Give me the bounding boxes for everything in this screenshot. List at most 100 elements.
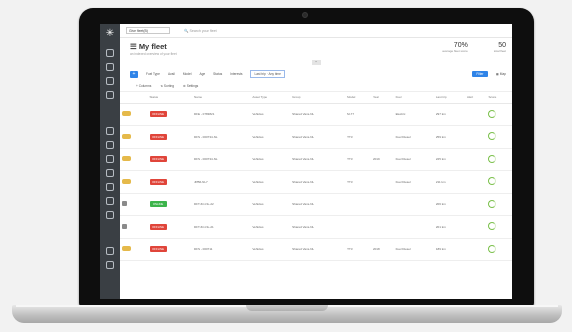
filter-chip[interactable]: Model <box>183 72 192 76</box>
status-badge: OFFLINE <box>149 246 167 253</box>
fleet-table: Status Name Asset Type Group Model Year Fuel La… <box>120 92 512 261</box>
filter-chip[interactable]: Interests <box>230 72 242 76</box>
people-icon[interactable] <box>106 141 114 149</box>
alert-cell <box>464 238 487 261</box>
brand-logo-icon: ✳ <box>105 28 115 39</box>
column-header[interactable] <box>120 92 148 104</box>
add-filter-button[interactable]: + <box>130 70 138 78</box>
alert-cell <box>464 215 487 239</box>
score-gauge-icon <box>488 222 497 231</box>
key-icon <box>120 215 148 239</box>
group-cell: Shared Vans-NL <box>290 103 346 126</box>
dashboard-icon[interactable] <box>106 49 114 57</box>
alert-cell <box>464 103 487 126</box>
type-cell: Vehicles <box>250 103 291 126</box>
last-trip-cell: 259 km <box>433 125 465 149</box>
column-header[interactable]: Asset Type <box>250 92 291 104</box>
column-header[interactable]: Last trip <box>433 92 465 104</box>
laptop-lid: ✳ Give fleet(B) 🔍 Search your fleet ☰ My… <box>79 8 534 307</box>
car-icon <box>120 125 148 149</box>
status-cell: OFFLINE <box>147 148 193 171</box>
year-cell <box>370 193 394 216</box>
filter-chip[interactable]: Status <box>213 72 222 76</box>
year-cell: 2019 <box>370 148 394 171</box>
sidebar: ✳ <box>100 24 120 299</box>
table-header-row: Status Name Asset Type Group Model Year Fuel La… <box>120 92 512 104</box>
table-row[interactable]: ONLINE DFT-6C-NL-22 Vehicles Shared Vans-NL… <box>120 193 512 216</box>
last-trip-cell: 211 km <box>433 170 465 194</box>
status-badge: OFFLINE <box>149 223 167 230</box>
table-row[interactable]: OFFLINE DFE - 0783821 Vehicles Shared Vans-… <box>120 103 512 126</box>
status-cell: OFFLINE <box>147 215 193 239</box>
column-header[interactable]: Score <box>486 92 512 104</box>
help-icon[interactable] <box>106 261 114 269</box>
download-icon[interactable] <box>106 211 114 219</box>
map-button[interactable]: ▦ Map <box>496 72 506 76</box>
fuel-cell <box>393 193 434 216</box>
model-cell: TT3 <box>345 125 371 149</box>
fuel-cell <box>393 215 434 239</box>
filter-button[interactable]: Filter <box>471 71 488 77</box>
report-icon[interactable] <box>106 91 114 99</box>
group-cell: Shared Vans-NL <box>290 170 346 194</box>
column-header[interactable]: Group <box>290 92 346 104</box>
column-header[interactable]: Model <box>345 92 371 104</box>
fleet-selector[interactable]: Give fleet(B) <box>126 27 170 34</box>
name-cell: DFS - 000734-NL <box>192 125 251 149</box>
fuel-cell: Electric <box>393 103 434 126</box>
year-cell <box>370 125 394 149</box>
gear-icon[interactable] <box>106 183 114 191</box>
type-cell: Vehicles <box>250 193 291 216</box>
search-input[interactable]: 🔍 Search your fleet <box>184 29 217 33</box>
settings-button[interactable]: ⚙ Settings <box>183 84 198 88</box>
car-icon <box>122 178 131 184</box>
user-icon[interactable] <box>106 77 114 85</box>
score-cell <box>486 170 512 194</box>
name-cell: DFT-6C-NL-21 <box>192 215 251 239</box>
active-filter-chip[interactable]: Last trip · Any time <box>250 70 285 78</box>
alert-cell <box>464 170 487 194</box>
table-row[interactable]: OFFLINE DFS - 000711 Vehicles Shared Vans-N… <box>120 238 512 261</box>
table-row[interactable]: OFFLINE DFS - 000734-NL Vehicles Shared Van… <box>120 148 512 171</box>
last-trip-cell: 297 km <box>433 103 465 126</box>
collapse-toggle[interactable]: ⌃ <box>120 60 512 67</box>
score-gauge-icon <box>488 109 497 118</box>
score-cell <box>486 148 512 171</box>
group-cell: Shared Vans-NL <box>290 125 346 149</box>
score-gauge-icon <box>488 244 497 253</box>
page-title: ☰ My fleet <box>130 42 167 51</box>
status-badge: OFFLINE <box>149 156 167 163</box>
model-cell: TT3 <box>345 170 371 194</box>
table-row[interactable]: OFFLINE JPB6-NL7 Vehicles Shared Vans-NL TT3… <box>120 170 512 194</box>
car-icon <box>122 111 131 117</box>
column-header[interactable]: Status <box>147 92 193 104</box>
column-header[interactable]: Alert <box>464 92 487 104</box>
table-row[interactable]: OFFLINE DFS - 000734-NL Vehicles Shared Van… <box>120 125 512 149</box>
alert-cell <box>464 193 487 216</box>
filter-chip[interactable]: Avail <box>168 72 175 76</box>
fuel-icon[interactable] <box>106 169 114 177</box>
route-icon[interactable] <box>106 155 114 163</box>
sorting-button[interactable]: ⇅ Sorting <box>160 84 174 88</box>
filter-chip[interactable]: Fuel Type <box>146 72 160 76</box>
score-cell <box>486 103 512 126</box>
fleet-icon[interactable] <box>106 63 114 71</box>
last-trip-cell: 201 km <box>433 215 465 239</box>
type-cell: Vehicles <box>250 238 291 261</box>
name-cell: DFS - 000711 <box>192 238 251 261</box>
column-header[interactable]: Year <box>370 92 394 104</box>
column-header[interactable]: Fuel <box>393 92 434 104</box>
card-icon[interactable] <box>106 127 114 135</box>
table-row[interactable]: OFFLINE DFT-6C-NL-21 Vehicles Shared Vans-N… <box>120 215 512 239</box>
score-cell <box>486 215 512 239</box>
last-trip-cell: 189 km <box>433 238 465 261</box>
kpi-score: 70% average fleet score <box>442 42 468 53</box>
alert-icon[interactable] <box>106 197 114 205</box>
table-actions: + Columns ⇅ Sorting ⚙ Settings <box>120 81 512 92</box>
columns-button[interactable]: + Columns <box>136 84 151 88</box>
car-icon <box>120 170 148 194</box>
settings-icon[interactable] <box>106 247 114 255</box>
filter-chip[interactable]: Age <box>200 72 206 76</box>
laptop-notch <box>246 305 328 311</box>
column-header[interactable]: Name <box>192 92 251 104</box>
